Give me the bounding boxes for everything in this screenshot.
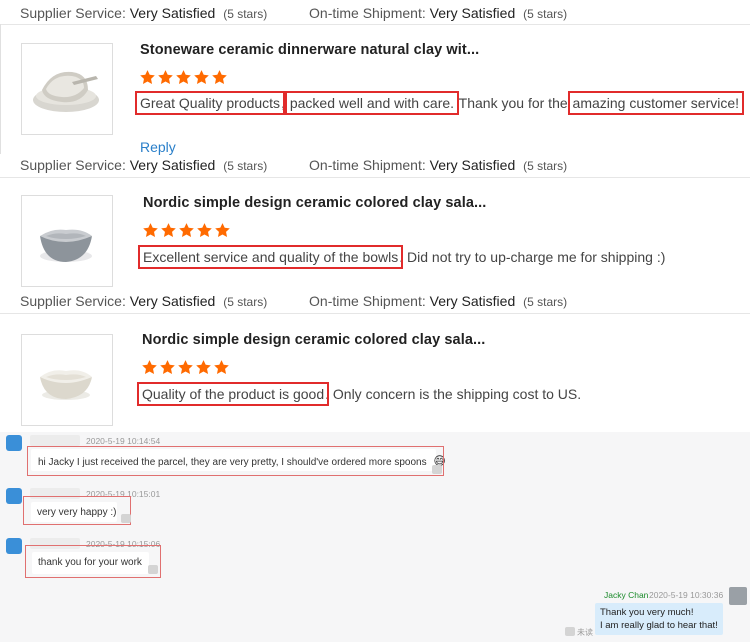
card-divider — [0, 24, 1, 154]
product-title-link[interactable]: Stoneware ceramic dinnerware natural cla… — [140, 42, 479, 58]
buyer-avatar-icon — [6, 435, 22, 451]
star-icon — [215, 223, 230, 237]
product-title-link[interactable]: Nordic simple design ceramic colored cla… — [143, 195, 486, 211]
star-icon — [197, 223, 212, 237]
product-thumbnail[interactable] — [21, 43, 113, 135]
supplier-service-value: Very Satisfied — [129, 157, 216, 173]
star-icon — [212, 70, 227, 84]
supplier-service-label: Supplier Service: — [20, 293, 126, 309]
review-fragment: . Did not try to up-charge me for shippi… — [399, 249, 666, 265]
supplier-service-label: Supplier Service: — [20, 157, 126, 173]
highlighted-phrase: Great Quality products — [134, 91, 286, 115]
star-icon — [161, 223, 176, 237]
review-text: Quality of the product is good. Only con… — [136, 382, 582, 406]
highlighted-phrase: Quality of the product is good — [136, 382, 330, 406]
rating-summary: Supplier Service: Very Satisfied (5 star… — [20, 5, 567, 21]
star-icon — [160, 360, 175, 374]
highlighted-phrase: Excellent service and quality of the bow… — [137, 245, 404, 269]
star-icon — [178, 360, 193, 374]
star-icon — [158, 70, 173, 84]
seller-name: Jacky Chan — [604, 590, 649, 600]
sender-name-redacted — [30, 435, 80, 446]
supplier-service-stars: (5 stars) — [223, 159, 268, 173]
bowl-image-icon — [40, 229, 92, 262]
reply-bubble: Thank you very much! I am really glad to… — [595, 603, 723, 635]
shipment-stars: (5 stars) — [523, 159, 568, 173]
read-status-icon — [121, 514, 131, 523]
unread-label: 未读 — [577, 628, 593, 637]
review-text: Great Quality products, packed well and … — [134, 91, 745, 115]
plate-image-icon — [33, 71, 99, 112]
supplier-service-value: Very Satisfied — [129, 5, 216, 21]
star-icon — [143, 223, 158, 237]
supplier-service-stars: (5 stars) — [223, 295, 268, 309]
bowl-image-icon — [40, 370, 92, 400]
reply-line: Thank you very much! — [600, 607, 694, 618]
review-text: Excellent service and quality of the bow… — [137, 245, 666, 269]
rating-summary: Supplier Service: Very Satisfied (5 star… — [20, 157, 567, 173]
product-thumbnail[interactable] — [21, 195, 113, 287]
star-rating — [142, 222, 232, 240]
star-rating — [141, 359, 231, 377]
star-icon — [142, 360, 157, 374]
shipment-value: Very Satisfied — [429, 293, 516, 309]
message-timestamp: 2020-5-19 10:14:54 — [86, 436, 161, 446]
message-timestamp: 2020-5-19 10:30:36 — [649, 590, 724, 600]
product-thumbnail[interactable] — [21, 334, 113, 426]
highlight-box — [27, 446, 444, 476]
shipment-value: Very Satisfied — [429, 5, 516, 21]
shipment-stars: (5 stars) — [523, 7, 568, 21]
star-icon — [140, 70, 155, 84]
star-icon — [179, 223, 194, 237]
highlighted-phrase: packed well and with care. — [284, 91, 460, 115]
review-fragment: , — [281, 95, 289, 111]
reply-link[interactable]: Reply — [140, 139, 176, 155]
buyer-avatar-icon — [6, 488, 22, 504]
buyer-avatar-icon — [6, 538, 22, 554]
shipment-label: On-time Shipment: — [309, 5, 426, 21]
read-status-icon — [148, 565, 158, 574]
star-rating — [139, 69, 229, 87]
star-icon — [214, 360, 229, 374]
read-status-icon — [432, 465, 442, 474]
reply-line: I am really glad to hear that! — [600, 620, 718, 631]
review-fragment: . Only concern is the shipping cost to U… — [325, 386, 582, 402]
highlighted-phrase: amazing customer service! — [567, 91, 745, 115]
supplier-service-label: Supplier Service: — [20, 5, 126, 21]
supplier-service-value: Very Satisfied — [129, 293, 216, 309]
highlight-box — [23, 496, 131, 525]
product-title-link[interactable]: Nordic simple design ceramic colored cla… — [142, 332, 485, 348]
star-icon — [196, 360, 211, 374]
highlight-box — [25, 545, 161, 578]
star-icon — [176, 70, 191, 84]
shipment-stars: (5 stars) — [523, 295, 568, 309]
seller-avatar-icon — [729, 587, 747, 605]
unread-status-icon — [565, 627, 575, 636]
shipment-value: Very Satisfied — [429, 157, 516, 173]
shipment-label: On-time Shipment: — [309, 157, 426, 173]
rating-summary: Supplier Service: Very Satisfied (5 star… — [20, 293, 567, 309]
review-fragment: Thank you for the — [455, 95, 572, 111]
star-icon — [194, 70, 209, 84]
supplier-service-stars: (5 stars) — [223, 7, 268, 21]
shipment-label: On-time Shipment: — [309, 293, 426, 309]
